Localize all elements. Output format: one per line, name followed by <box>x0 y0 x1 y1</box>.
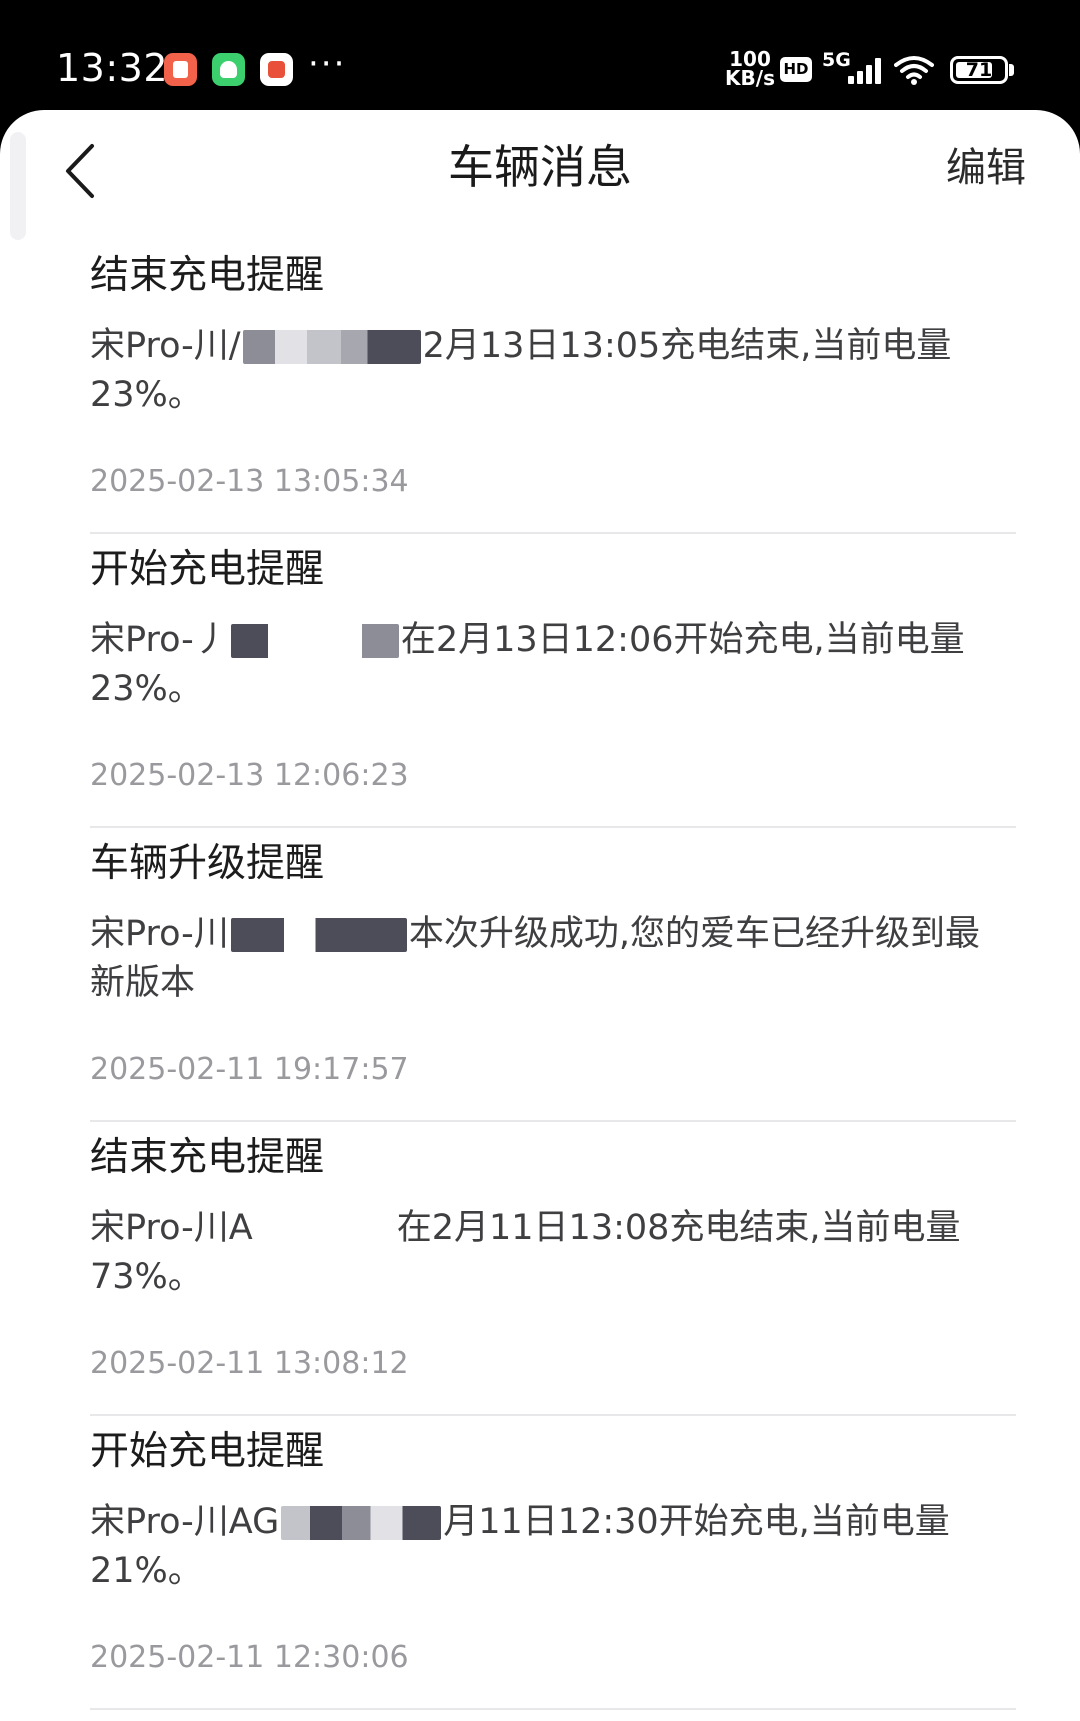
message-body: 宋Pro-川/2月13日13:05充电结束,当前电量23%。 <box>90 322 1010 420</box>
message-body-prefix: 宋Pro-川 <box>90 914 229 954</box>
message-body: 宋Pro-川AG 月11日12:30开始充电,当前电量21%。 <box>90 1498 1010 1596</box>
message-body: 宋Pro-川A 在2月11日13:08充电结束,当前电量73%。 <box>90 1204 1010 1302</box>
page-title: 车辆消息 <box>448 140 632 194</box>
message-title: 开始充电提醒 <box>90 1429 325 1474</box>
message-title: 开始充电提醒 <box>90 547 325 592</box>
redacted-plate <box>281 1506 442 1540</box>
wifi-icon <box>894 56 934 85</box>
battery-cap <box>1009 64 1014 76</box>
redacted-plate <box>230 624 399 658</box>
redacted-plate <box>242 330 421 364</box>
message-time: 2025-02-13 12:06:23 <box>90 758 409 793</box>
battery-icon: 71 <box>950 56 1008 84</box>
message-item[interactable]: 结束充电提醒 宋Pro-川A 在2月11日13:08充电结束,当前电量73%。 2… <box>90 1122 1016 1416</box>
message-time: 2025-02-13 13:05:34 <box>90 464 409 499</box>
status-time: 13:32 <box>56 46 169 90</box>
status-bar: 13:32 ··· 100 KB/s HD 5G 71 <box>0 0 1080 110</box>
more-notifications-icon: ··· <box>308 44 347 84</box>
edit-button[interactable]: 编辑 <box>946 140 1026 196</box>
redacted-plate <box>254 1212 395 1246</box>
redacted-plate <box>230 918 407 952</box>
hd-badge: HD <box>780 57 812 82</box>
message-body: 宋Pro-丿 在2月13日12:06开始充电,当前电量23%。 <box>90 616 1010 714</box>
message-title: 结束充电提醒 <box>90 253 325 298</box>
message-time: 2025-02-11 12:30:06 <box>90 1640 409 1675</box>
message-item[interactable]: 开始充电提醒 宋Pro-丿 在2月13日12:06开始充电,当前电量23%。 20… <box>90 534 1016 828</box>
message-body-prefix: 宋Pro-丿 <box>90 620 229 660</box>
message-item[interactable]: 结束充电提醒 宋Pro-川/2月13日13:05充电结束,当前电量23%。 20… <box>90 240 1016 534</box>
message-time: 2025-02-11 13:08:12 <box>90 1346 409 1381</box>
cellular-signal-icon <box>846 58 886 84</box>
message-body-prefix: 宋Pro-川A <box>90 1208 253 1248</box>
message-list: 结束充电提醒 宋Pro-川/2月13日13:05充电结束,当前电量23%。 20… <box>90 240 1016 1710</box>
battery-level: 71 <box>965 59 993 81</box>
message-item[interactable]: 开始充电提醒 宋Pro-川AG 月11日12:30开始充电,当前电量21%。 20… <box>90 1416 1016 1710</box>
video-app-icon <box>260 53 293 86</box>
android-app-icon <box>212 53 245 86</box>
message-body-prefix: 宋Pro-川AG <box>90 1502 280 1542</box>
vehicle-messages-page: 车辆消息 编辑 结束充电提醒 宋Pro-川/2月13日13:05充电结束,当前电… <box>0 110 1080 1721</box>
message-item[interactable]: 车辆升级提醒 宋Pro-川 本次升级成功,您的爱车已经升级到最新版本 2025-0… <box>90 828 1016 1122</box>
network-speed-unit: KB/s <box>725 66 775 90</box>
message-title: 结束充电提醒 <box>90 1135 325 1180</box>
notification-app-icon <box>164 53 197 86</box>
message-time: 2025-02-11 19:17:57 <box>90 1052 409 1087</box>
network-speed: 100 KB/s <box>722 49 778 90</box>
message-body-prefix: 宋Pro-川/ <box>90 326 241 366</box>
message-body: 宋Pro-川 本次升级成功,您的爱车已经升级到最新版本 <box>90 910 1010 1008</box>
message-title: 车辆升级提醒 <box>90 841 325 886</box>
